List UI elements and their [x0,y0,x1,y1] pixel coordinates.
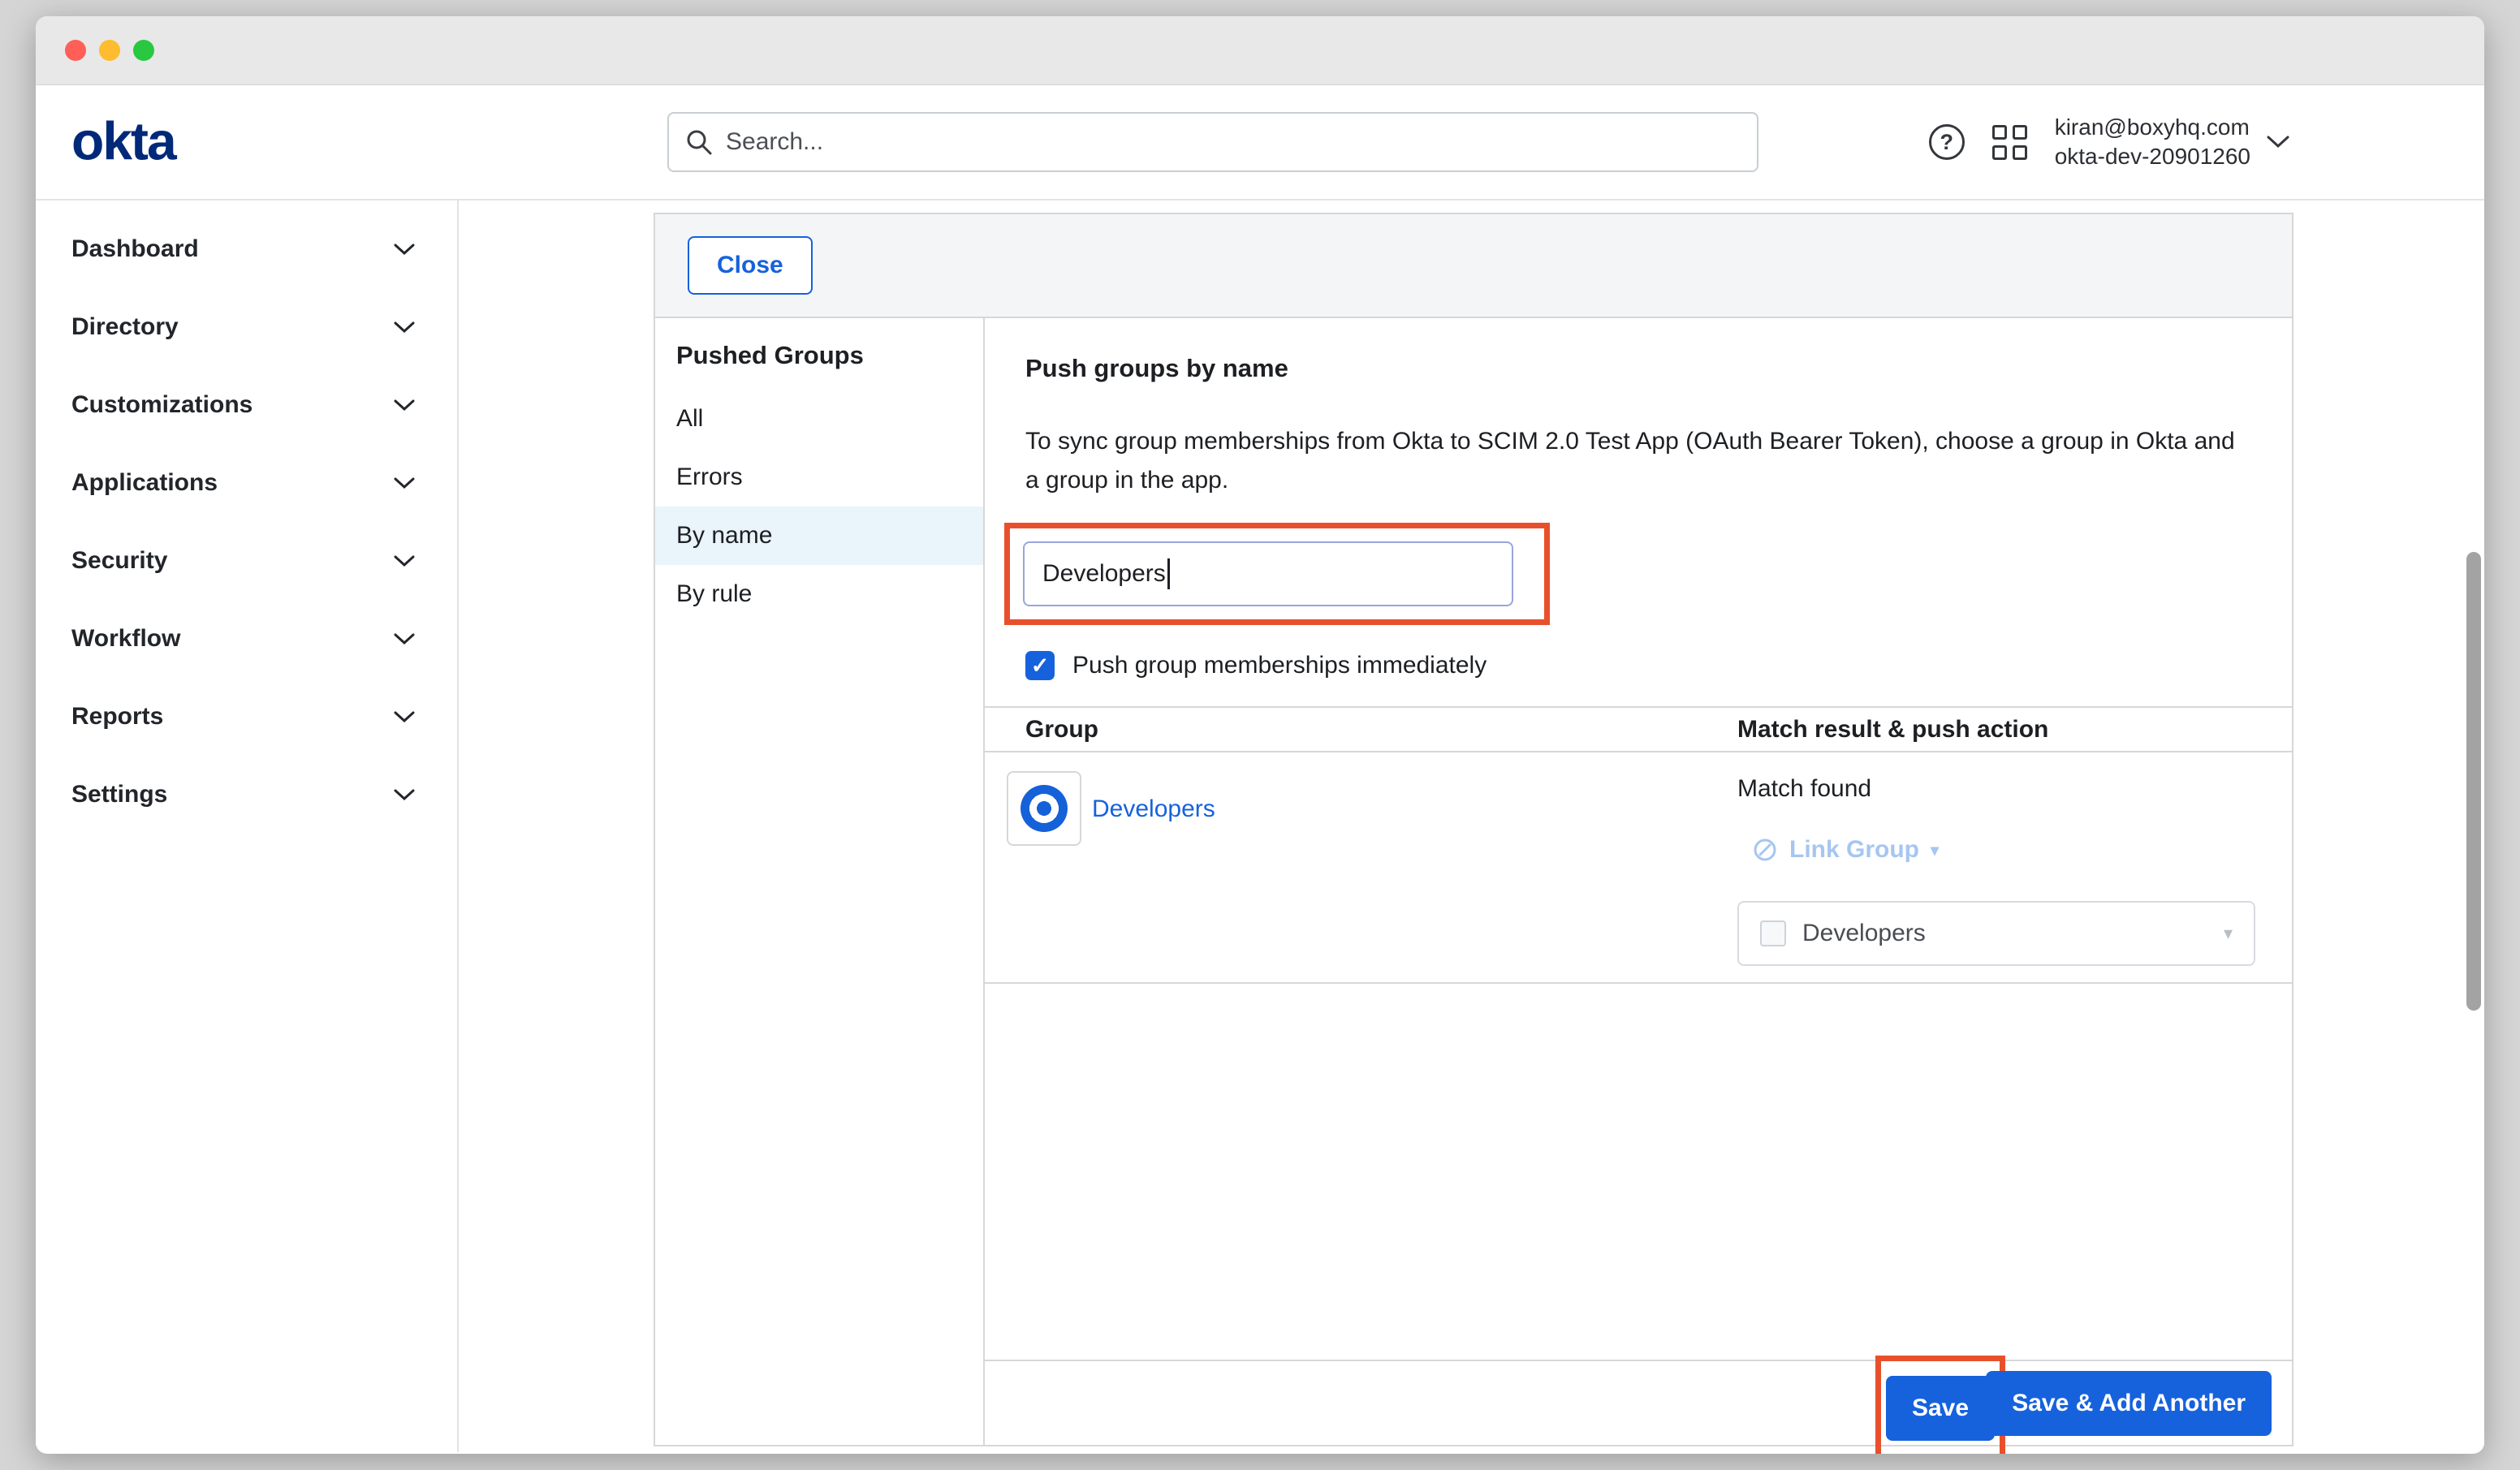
apps-grid-square [2013,125,2027,140]
group-avatar [1007,771,1081,846]
description-text: To sync group memberships from Okta to S… [1025,422,2243,500]
group-table-row: Developers Match found Link Group ▾ [985,752,2292,984]
main-area: Close Pushed Groups All Errors By name B… [459,200,2484,1452]
sidebar-item-dashboard[interactable]: Dashboard [36,210,457,288]
group-name-link[interactable]: Developers [1092,795,1215,823]
subnav-item-by-name[interactable]: By name [655,507,983,565]
chevron-down-icon [394,321,415,334]
subnav-item-by-rule[interactable]: By rule [655,565,983,623]
help-icon[interactable]: ? [1929,124,1965,160]
close-button[interactable]: Close [688,236,813,295]
chevron-down-icon [394,399,415,412]
apps-grid-icon[interactable] [1992,125,2027,160]
select-caret-icon: ▾ [2224,923,2233,944]
window-titlebar [36,16,2484,85]
sidebar-item-settings[interactable]: Settings [36,756,457,834]
okta-logo[interactable]: okta [71,110,175,171]
panel-footer: Save Save & Add Another [985,1360,2292,1445]
subnav-item-errors[interactable]: Errors [655,448,983,507]
sidebar-item-applications[interactable]: Applications [36,444,457,522]
vertical-scrollbar[interactable] [2466,552,2481,1011]
sidebar: Dashboard Directory Customizations Appli… [36,200,459,1452]
minimize-window-button[interactable] [99,40,120,61]
link-group-label: Link Group [1789,836,1919,864]
page-title: Push groups by name [1025,354,1288,383]
group-match-select[interactable]: Developers ▾ [1737,901,2255,966]
pushed-groups-subnav: Pushed Groups All Errors By name By rule [655,318,985,1445]
dropdown-caret-icon: ▾ [1931,840,1939,860]
group-logo-icon [1021,785,1068,832]
search-box[interactable] [667,112,1758,172]
push-immediately-row: ✓ Push group memberships immediately [1025,651,1487,680]
select-value: Developers [1802,920,1926,947]
push-groups-panel: Close Pushed Groups All Errors By name B… [654,213,2293,1446]
chevron-down-icon [2267,136,2289,149]
subnav-title: Pushed Groups [655,341,983,370]
account-menu[interactable]: kiran@boxyhq.com okta-dev-20901260 [2055,113,2289,171]
account-info: kiran@boxyhq.com okta-dev-20901260 [2055,113,2250,171]
search-icon [685,128,713,156]
zoom-window-button[interactable] [133,40,154,61]
match-status-text: Match found [1737,775,1871,803]
app-body: Dashboard Directory Customizations Appli… [36,200,2484,1452]
apps-grid-square [2013,145,2027,160]
annotation-box-input: Developers [1004,523,1550,625]
push-by-name-content: Push groups by name To sync group member… [985,318,2292,1445]
sidebar-item-workflow[interactable]: Workflow [36,600,457,678]
column-header-group: Group [1025,716,1098,744]
apps-grid-square [1992,145,2007,160]
group-name-input-value: Developers [1042,560,1166,588]
groups-table-header: Group Match result & push action [985,706,2292,752]
chevron-down-icon [394,477,415,489]
save-button[interactable]: Save [1886,1376,1995,1441]
push-immediately-checkbox[interactable]: ✓ [1025,651,1055,680]
panel-body: Pushed Groups All Errors By name By rule… [655,318,2292,1445]
save-add-another-button[interactable]: Save & Add Another [1986,1371,2272,1436]
link-group-dropdown[interactable]: Link Group ▾ [1752,836,1939,864]
sidebar-item-reports[interactable]: Reports [36,678,457,756]
chevron-down-icon [394,633,415,645]
link-group-icon [1752,837,1778,863]
group-name-input[interactable]: Developers [1023,541,1513,606]
panel-toolbar: Close [655,214,2292,318]
text-cursor [1167,558,1170,589]
browser-window: okta ? kiran@boxyhq.com okta-dev-2090126… [36,16,2484,1454]
chevron-down-icon [394,555,415,567]
chevron-down-icon [394,711,415,723]
select-group-icon [1760,920,1786,946]
subnav-item-all[interactable]: All [655,390,983,448]
sidebar-item-directory[interactable]: Directory [36,288,457,366]
sidebar-item-customizations[interactable]: Customizations [36,366,457,444]
account-email: kiran@boxyhq.com [2055,113,2250,142]
search-input[interactable] [726,128,1741,156]
push-immediately-label: Push group memberships immediately [1072,652,1487,679]
header-actions: ? kiran@boxyhq.com okta-dev-20901260 [1929,85,2289,199]
sidebar-item-security[interactable]: Security [36,522,457,600]
close-window-button[interactable] [65,40,86,61]
account-org: okta-dev-20901260 [2055,142,2250,171]
app-header: okta ? kiran@boxyhq.com okta-dev-2090126… [36,85,2484,200]
chevron-down-icon [394,244,415,256]
chevron-down-icon [394,789,415,801]
column-header-match: Match result & push action [1737,716,2048,744]
apps-grid-square [1992,125,2007,140]
